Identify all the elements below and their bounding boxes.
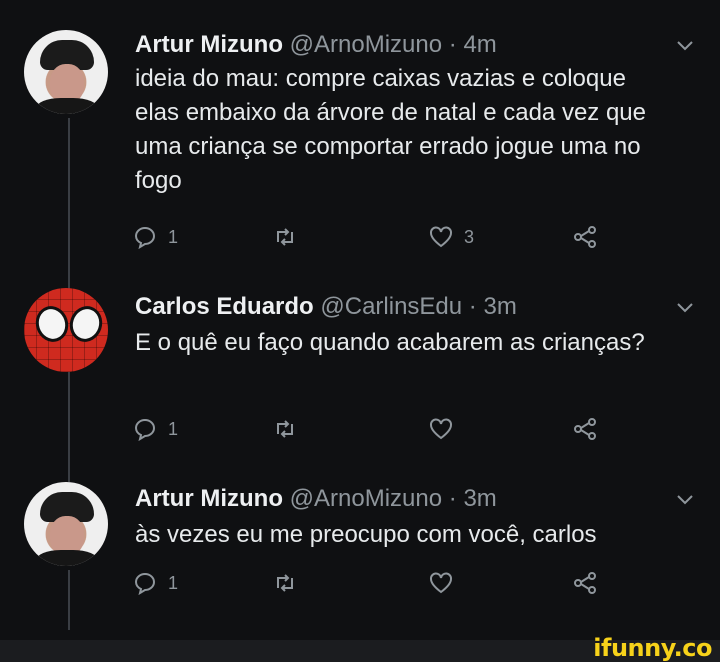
author-handle[interactable]: @CarlinsEdu	[320, 293, 462, 320]
reply-count: 1	[168, 572, 179, 593]
avatar[interactable]	[24, 288, 108, 372]
retweet-button[interactable]	[272, 570, 298, 596]
tweet-text: E o quê eu faço quando acabarem as crian…	[135, 329, 645, 356]
retweet-icon	[277, 420, 293, 438]
tweet-header: Artur Mizuno @ArnoMizuno · 4m	[135, 30, 497, 60]
reply-icon	[134, 573, 155, 596]
tweet-actions: 1	[132, 570, 612, 600]
retweet-button[interactable]	[272, 416, 298, 442]
author-name[interactable]: Carlos Eduardo	[135, 293, 314, 320]
author-handle[interactable]: @ArnoMizuno	[290, 485, 442, 512]
heart-icon	[430, 572, 452, 594]
reply-icon	[134, 227, 155, 250]
retweet-button[interactable]	[272, 224, 298, 250]
retweet-icon	[277, 228, 293, 246]
separator: ·	[448, 485, 457, 512]
reply-button[interactable]: 1	[132, 224, 178, 250]
timestamp[interactable]: 3m	[463, 485, 496, 512]
chevron-down-icon[interactable]	[676, 490, 694, 508]
avatar-shirt	[36, 98, 98, 114]
like-button[interactable]	[428, 570, 464, 596]
tweet[interactable]: Carlos Eduardo @CarlinsEdu · 3m E o quê …	[0, 270, 720, 470]
share-button[interactable]	[572, 570, 598, 596]
tweet-header: Artur Mizuno @ArnoMizuno · 3m	[135, 484, 497, 514]
timestamp[interactable]: 4m	[463, 31, 496, 58]
retweet-icon	[277, 574, 293, 592]
tweet-text: às vezes eu me preocupo com você, carlos	[135, 521, 597, 548]
avatar[interactable]	[24, 30, 108, 114]
author-name[interactable]: Artur Mizuno	[135, 31, 283, 58]
tweet-header: Carlos Eduardo @CarlinsEdu · 3m	[135, 292, 517, 322]
chevron-down-icon[interactable]	[676, 298, 694, 316]
tweet[interactable]: Artur Mizuno @ArnoMizuno · 3m às vezes e…	[0, 470, 720, 620]
separator: ·	[468, 293, 477, 320]
tweet-actions: 1	[132, 416, 612, 446]
like-button[interactable]	[428, 416, 464, 442]
like-count: 3	[464, 226, 475, 247]
share-button[interactable]	[572, 224, 598, 250]
separator: ·	[448, 31, 457, 58]
share-icon	[574, 226, 596, 248]
reply-icon	[134, 419, 155, 442]
tweet-text: ideia do mau: compre caixas vazias e col…	[135, 65, 646, 194]
heart-icon	[430, 418, 452, 440]
reply-button[interactable]: 1	[132, 416, 178, 442]
reply-count: 1	[168, 226, 179, 247]
tweet[interactable]: Artur Mizuno @ArnoMizuno · 4m ideia do m…	[0, 0, 720, 270]
share-icon	[574, 418, 596, 440]
avatar[interactable]	[24, 482, 108, 566]
like-button[interactable]: 3	[428, 224, 474, 250]
author-handle[interactable]: @ArnoMizuno	[290, 31, 442, 58]
author-name[interactable]: Artur Mizuno	[135, 485, 283, 512]
chevron-down-icon[interactable]	[676, 36, 694, 54]
share-button[interactable]	[572, 416, 598, 442]
tweet-actions: 1 3	[132, 224, 612, 254]
avatar-shirt	[36, 550, 98, 566]
share-icon	[574, 572, 596, 594]
reply-count: 1	[168, 418, 179, 439]
ifunny-watermark: ifunny.co	[593, 634, 712, 662]
timestamp[interactable]: 3m	[483, 293, 516, 320]
heart-icon	[430, 226, 452, 248]
reply-button[interactable]: 1	[132, 570, 178, 596]
